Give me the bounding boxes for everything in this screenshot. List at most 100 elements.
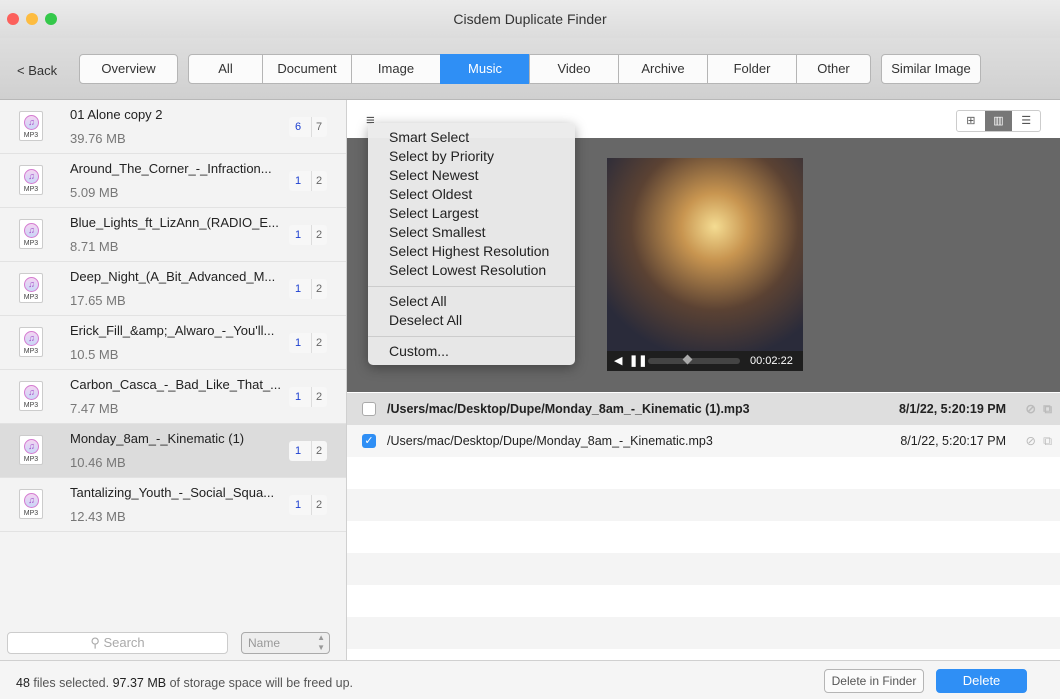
count-badge: 12 [289,225,327,245]
group-row[interactable]: ♫ MP3 01 Alone copy 2 39.76 MB 67 [0,100,346,154]
delete-in-finder-button[interactable]: Delete in Finder [824,669,924,693]
group-row[interactable]: ♫ MP3 Carbon_Casca_-_Bad_Like_That_... 7.… [0,370,346,424]
mp3-file-icon: ♫ MP3 [19,165,43,195]
group-name: Tantalizing_Youth_-_Social_Squa... [70,485,275,500]
tab-other[interactable]: Other [796,54,871,84]
tab-document[interactable]: Document [262,54,352,84]
group-size: 8.71 MB [70,239,119,254]
pause-icon[interactable]: ❚❚ [629,351,647,371]
group-size: 7.47 MB [70,401,119,416]
mp3-file-icon: ♫ MP3 [19,381,43,411]
selected-count: 1 [295,175,302,187]
menu-separator [368,286,575,287]
group-size: 12.43 MB [70,509,126,524]
minimize-button[interactable] [26,13,38,25]
file-row[interactable]: ✓ /Users/mac/Desktop/Dupe/Monday_8am_-_K… [347,425,1060,457]
tab-video[interactable]: Video [529,54,619,84]
menu-item[interactable]: Select Smallest [368,223,575,242]
row-stripe [347,553,1060,585]
mp3-file-icon: ♫ MP3 [19,111,43,141]
group-name: Blue_Lights_ft_LizAnn_(RADIO_E... [70,215,279,230]
window-title: Cisdem Duplicate Finder [453,11,607,27]
mp3-file-icon: ♫ MP3 [19,435,43,465]
menu-item[interactable]: Select Highest Resolution [368,242,575,261]
progress-knob[interactable] [682,354,693,365]
stepper-icon: ▲ ▼ [317,633,325,652]
group-name: Carbon_Casca_-_Bad_Like_That_... [70,377,282,392]
mp3-file-icon: ♫ MP3 [19,273,43,303]
select-menu: Smart Select Select by Priority Select New… [368,123,575,365]
title-bar: Cisdem Duplicate Finder [0,0,1060,38]
delete-button[interactable]: Delete [936,669,1027,693]
menu-item[interactable]: Smart Select [368,128,575,147]
tab-music[interactable]: Music [440,54,530,84]
total-count: 2 [311,387,322,407]
file-checkbox[interactable] [362,402,376,416]
sort-select[interactable]: Name ▲ ▼ [241,632,330,654]
menu-item[interactable]: Select Newest [368,166,575,185]
total-count: 2 [311,495,322,515]
tab-folder[interactable]: Folder [707,54,797,84]
group-list: ♫ MP3 01 Alone copy 2 39.76 MB 6 7 ♫ MP3 Aro… [0,100,347,660]
hide-icon[interactable]: ⊘ [1026,393,1036,425]
mp3-file-icon: ♫ MP3 [19,327,43,357]
sort-value: Name [248,636,281,650]
total-count: 7 [311,117,322,137]
menu-item[interactable]: Select Lowest Resolution [368,261,575,280]
selected-count: 1 [295,391,302,403]
file-path: /Users/mac/Desktop/Dupe/Monday_8am_-_Kin… [387,402,750,416]
mp3-file-icon: ♫ MP3 [19,219,43,249]
menu-item[interactable]: Deselect All [368,311,575,330]
selected-count: 1 [295,337,302,349]
zoom-button[interactable] [45,13,57,25]
group-size: 39.76 MB [70,131,126,146]
time-display: 00:02:22 [750,355,793,367]
menu-item[interactable]: Select Oldest [368,185,575,204]
group-row[interactable]: ♫ MP3 Monday_8am_-_Kinematic (1) 10.46 MB… [0,424,346,478]
progress-slider[interactable] [648,354,740,365]
search-input[interactable]: ⚲ Search [7,632,228,654]
menu-item[interactable]: Select Largest [368,204,575,223]
total-count: 2 [311,441,322,461]
group-row[interactable]: ♫ MP3 Around_The_Corner_-_Infraction... 5… [0,154,346,208]
file-checkbox-checked[interactable]: ✓ [362,434,376,448]
count-badge: 12 [289,441,327,461]
group-row[interactable]: ♫ MP3 Deep_Night_(A_Bit_Advanced_M... 17.… [0,262,346,316]
open-icon[interactable]: ⧉ [1043,425,1052,457]
total-count: 2 [311,225,322,245]
group-name: Around_The_Corner_-_Infraction... [70,161,272,176]
search-placeholder: Search [103,635,145,650]
menu-item[interactable]: Select by Priority [368,147,575,166]
tab-image[interactable]: Image [351,54,441,84]
file-row[interactable]: /Users/mac/Desktop/Dupe/Monday_8am_-_Kin… [347,393,1060,425]
back-button[interactable]: < Back [17,63,57,78]
grid-view-icon[interactable]: ⊞ [957,111,985,131]
menu-separator [368,336,575,337]
tab-all[interactable]: All [188,54,263,84]
menu-item[interactable]: Select All [368,292,575,311]
selected-count: 1 [295,499,302,511]
group-size: 5.09 MB [70,185,119,200]
group-row[interactable]: ♫ MP3 Erick_Fill_&amp;_Alwaro_-_You'll...… [0,316,346,370]
open-icon[interactable]: ⧉ [1043,393,1052,425]
file-date: 8/1/22, 5:20:17 PM [900,434,1006,448]
group-row[interactable]: ♫ MP3 Blue_Lights_ft_LizAnn_(RADIO_E... 8… [0,208,346,262]
selected-count: 1 [295,283,302,295]
hide-icon[interactable]: ⊘ [1026,425,1036,457]
close-button[interactable] [7,13,19,25]
menu-item[interactable]: Custom... [368,342,575,361]
group-size: 10.46 MB [70,455,126,470]
tab-archive[interactable]: Archive [618,54,708,84]
list-view-icon[interactable]: ☰ [1012,111,1040,131]
overview-button[interactable]: Overview [79,54,178,84]
audio-player: ◀ ❚❚ 00:02:22 [607,351,803,371]
count-badge: 12 [289,171,327,191]
group-row[interactable]: ♫ MP3 Tantalizing_Youth_-_Social_Squa... … [0,478,346,532]
volume-icon[interactable]: ◀ [614,351,622,371]
count-badge: 12 [289,495,327,515]
preview-view-icon[interactable]: ▥ [984,111,1013,131]
total-count: 2 [311,171,322,191]
similar-image-button[interactable]: Similar Image [881,54,981,84]
status-text: 48 files selected. 97.37 MB of storage s… [16,676,354,690]
search-icon: ⚲ [90,635,100,650]
